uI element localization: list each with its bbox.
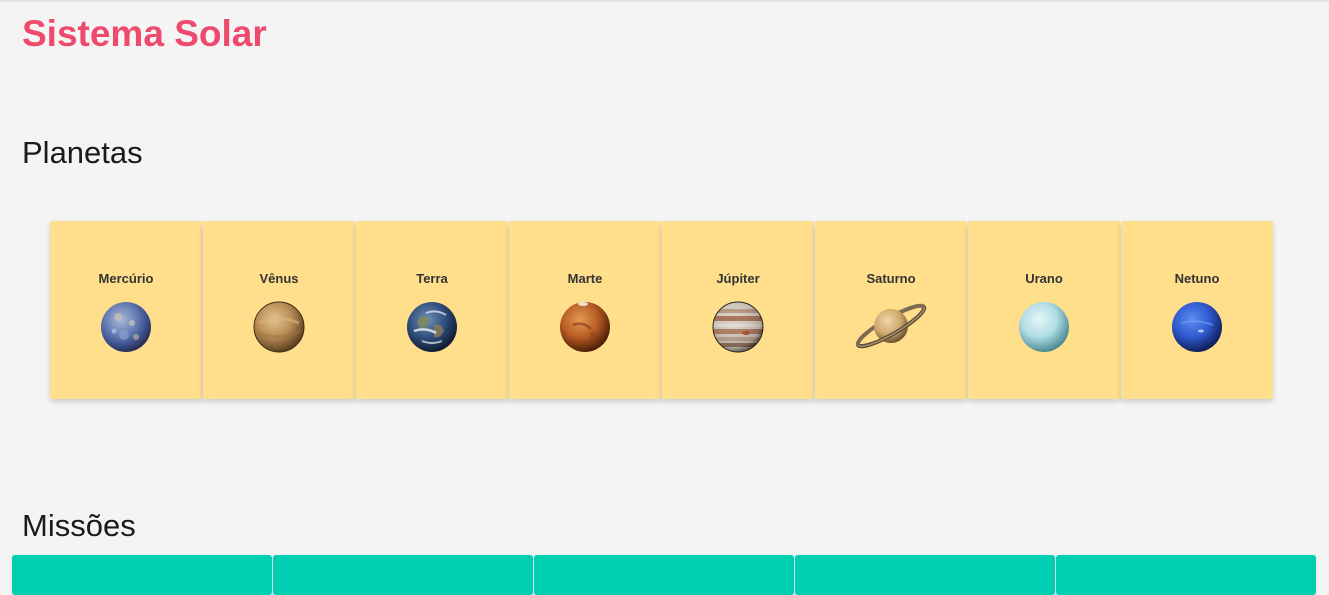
planet-card-mercury[interactable]: Mercúrio — [50, 221, 202, 399]
planets-list: Mercúrio Vênus Terra Marte Júpiter Satur… — [50, 221, 1273, 399]
planet-name: Urano — [1025, 271, 1063, 286]
planet-name: Marte — [567, 271, 603, 286]
planet-card-venus[interactable]: Vênus — [203, 221, 355, 399]
venus-icon — [253, 301, 305, 353]
neptune-icon — [1172, 302, 1222, 352]
mission-card[interactable] — [273, 555, 533, 595]
mars-icon — [560, 302, 610, 352]
mission-card[interactable] — [12, 555, 272, 595]
saturn-icon — [855, 303, 927, 349]
planet-card-mars[interactable]: Marte — [509, 221, 661, 399]
planet-card-jupiter[interactable]: Júpiter — [662, 221, 814, 399]
mercury-icon — [101, 302, 151, 352]
mission-card[interactable] — [534, 555, 794, 595]
planet-card-uranus[interactable]: Urano — [968, 221, 1120, 399]
uranus-icon — [1019, 302, 1069, 352]
top-border — [0, 0, 1329, 2]
mission-card[interactable] — [795, 555, 1055, 595]
planet-card-neptune[interactable]: Netuno — [1121, 221, 1273, 399]
planet-name: Terra — [416, 271, 448, 286]
missions-list — [12, 555, 1316, 595]
planet-name: Saturno — [866, 271, 916, 286]
planet-card-saturn[interactable]: Saturno — [815, 221, 967, 399]
planet-name: Júpiter — [716, 271, 760, 286]
missions-section-title: Missões — [22, 508, 136, 543]
planet-card-earth[interactable]: Terra — [356, 221, 508, 399]
planet-name: Vênus — [259, 271, 299, 286]
app-title: Sistema Solar — [22, 13, 267, 54]
jupiter-icon — [712, 301, 764, 353]
mission-card[interactable] — [1056, 555, 1316, 595]
planet-name: Netuno — [1174, 271, 1220, 286]
planet-name: Mercúrio — [98, 271, 154, 286]
earth-icon — [407, 302, 457, 352]
planets-section-title: Planetas — [22, 135, 143, 170]
